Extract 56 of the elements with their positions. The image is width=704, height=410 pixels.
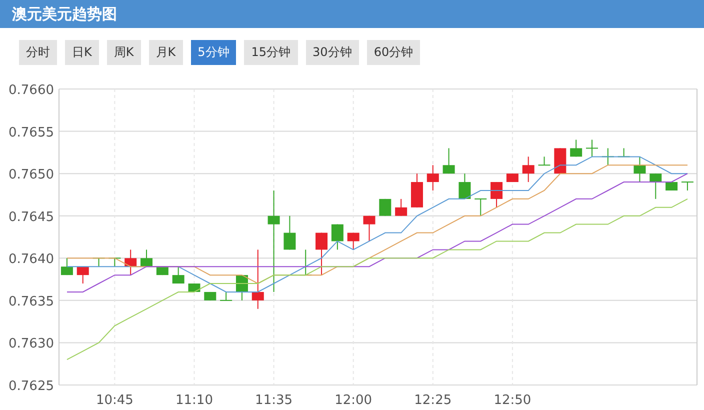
- candlestick: [395, 198, 408, 216]
- candlestick: [363, 215, 376, 242]
- candlestick: [410, 173, 423, 208]
- candlestick: [474, 198, 488, 216]
- window-title: 澳元美元趋势图: [0, 0, 704, 28]
- candlestick: [650, 173, 662, 200]
- x-axis-label: 12:00: [334, 393, 372, 408]
- candlestick: [522, 156, 534, 183]
- candlestick: [586, 139, 598, 158]
- x-axis-label: 10:45: [96, 393, 134, 408]
- x-axis-label: 12:25: [414, 393, 452, 408]
- y-axis-label: 0.7655: [8, 125, 54, 140]
- y-axis-label: 0.7640: [8, 252, 54, 268]
- x-axis-label: 11:35: [255, 393, 293, 408]
- candlestick: [236, 274, 248, 301]
- candlestick: [442, 148, 455, 174]
- y-axis-label: 0.7650: [8, 168, 54, 183]
- candlestick: [680, 182, 694, 191]
- period-tab[interactable]: 15分钟: [244, 40, 298, 65]
- candlestick: [347, 232, 360, 250]
- candlestick: [316, 232, 328, 276]
- candlestick: [490, 182, 503, 208]
- y-axis-label: 0.7660: [8, 83, 54, 98]
- candlestick: [458, 173, 471, 200]
- candlestick: [570, 139, 582, 158]
- period-tab[interactable]: 60分钟: [366, 40, 420, 65]
- candlestick: [140, 249, 152, 268]
- candlestick: [60, 258, 73, 276]
- period-tab[interactable]: 5分钟: [190, 40, 236, 65]
- candlestick: [538, 156, 551, 166]
- period-tab[interactable]: 日K: [65, 40, 99, 65]
- candlestick: [252, 249, 264, 310]
- candlestick: [634, 156, 646, 183]
- candlestick: [188, 283, 200, 292]
- candlestick: [172, 266, 184, 284]
- candlestick: [666, 182, 678, 191]
- candlestick: [284, 215, 296, 250]
- period-tab[interactable]: 30分钟: [306, 40, 359, 65]
- y-axis-label: 0.7645: [8, 210, 54, 225]
- candlestick: [124, 249, 137, 276]
- y-axis-label: 0.7625: [8, 379, 54, 394]
- period-tab[interactable]: 分时: [19, 40, 57, 65]
- x-axis-label: 12:50: [494, 393, 532, 408]
- candlestick: [220, 291, 233, 301]
- candlestick: [204, 291, 216, 301]
- candlestick: [76, 266, 89, 284]
- period-tab[interactable]: 周K: [106, 40, 141, 65]
- candlestick: [426, 164, 439, 191]
- y-axis-label: 0.7630: [8, 336, 54, 352]
- candlestick: [506, 173, 518, 183]
- x-axis-label: 11:10: [176, 393, 213, 408]
- candlestick: [554, 148, 566, 174]
- candlestick: [379, 198, 392, 216]
- candlestick: [331, 224, 344, 250]
- y-axis-label: 0.7635: [8, 294, 54, 310]
- period-tab[interactable]: 月K: [148, 40, 183, 65]
